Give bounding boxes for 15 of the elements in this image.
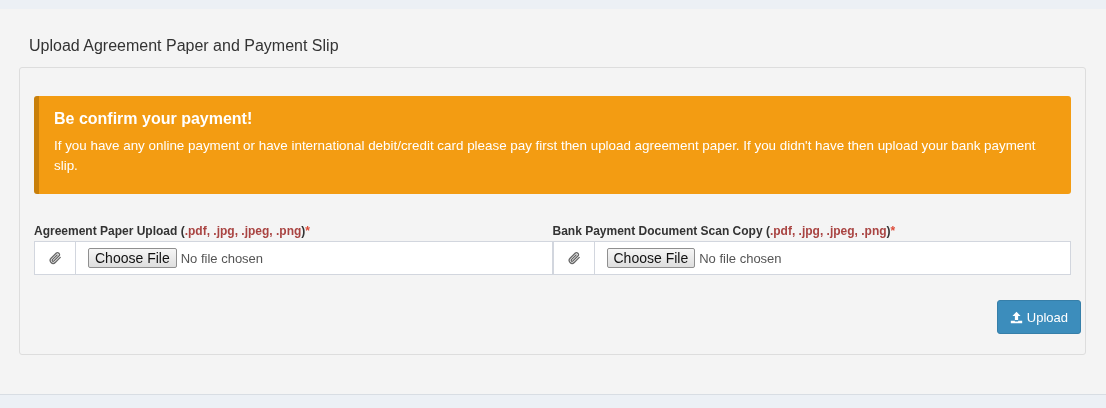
paperclip-icon: [48, 251, 62, 265]
choose-file-button[interactable]: Choose File: [88, 248, 177, 268]
file-status: No file chosen: [699, 250, 782, 266]
upload-button[interactable]: Upload: [996, 300, 1081, 334]
choose-file-button[interactable]: Choose File: [606, 248, 696, 268]
alert-title: Be confirm your payment!: [54, 110, 254, 128]
alert-message: If you have any online payment or have international debit/credit card please pay first then upload agreement paper. If you didn't have then upload your bank payment slip.: [54, 137, 1037, 175]
field-label: Bank Payment Document Scan Copy (.pdf, .jpg, .jpeg, .png)*: [552, 224, 897, 238]
upload-icon: [1009, 310, 1023, 324]
paperclip-icon: [566, 251, 581, 265]
file-input[interactable]: Choose File No file chosen: [593, 241, 1071, 275]
file-status: No file chosen: [180, 250, 264, 266]
field-label: Agreement Paper Upload (.pdf, .jpg, .jpeg, .png)*: [34, 224, 312, 238]
panel-title: Upload Agreement Paper and Payment Slip: [29, 37, 340, 55]
file-input[interactable]: Choose File No file chosen: [75, 241, 553, 275]
